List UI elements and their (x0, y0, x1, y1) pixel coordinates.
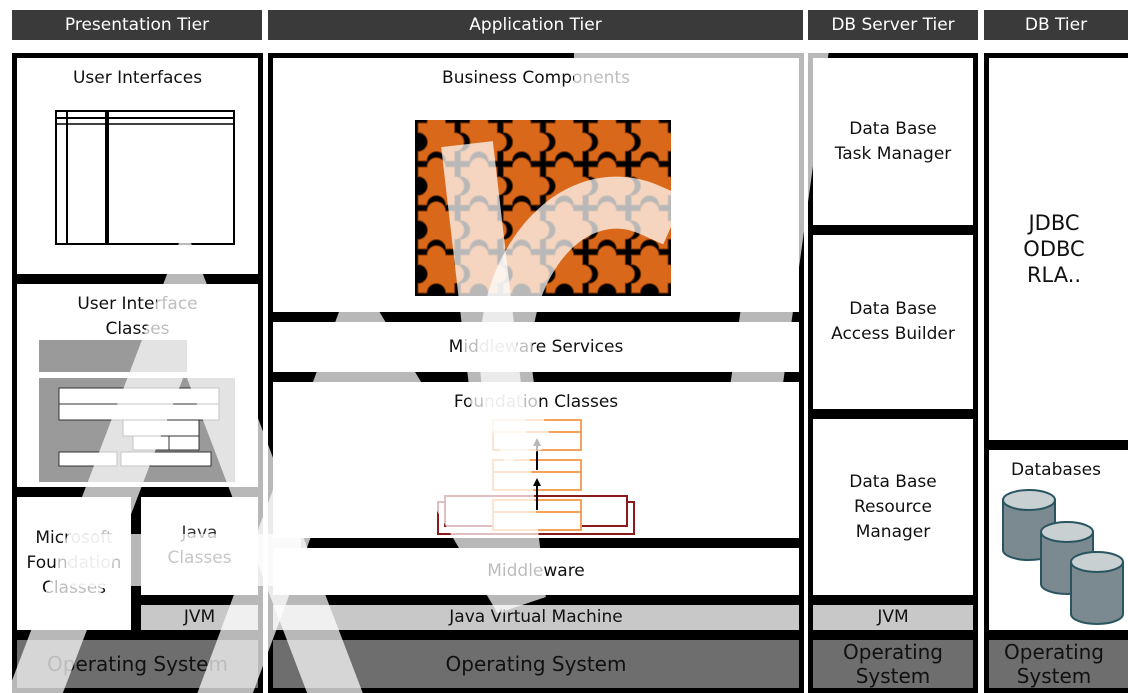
db-access-builder-label: Data Base Access Builder (831, 299, 955, 344)
db-task-manager-box: Data Base Task Manager (808, 53, 978, 230)
db-resource-manager-label: Data Base Resource Manager (849, 471, 937, 542)
presentation-jvm-box: JVM (136, 600, 263, 635)
window-icon (55, 110, 235, 245)
application-os-box: Operating System (268, 635, 804, 693)
application-os-label: Operating System (445, 652, 627, 676)
db-server-jvm-box: JVM (808, 600, 978, 635)
connectors-label: JDBC ODBC RLA.. (1023, 211, 1085, 287)
connectors-box: JDBC ODBC RLA.. (984, 53, 1128, 445)
ui-classes-label: User Interface Classes (77, 294, 198, 339)
db-server-jvm-label: JVM (877, 607, 909, 627)
java-classes-label: Java Classes (167, 523, 232, 568)
mfc-label: Microsoft Foundation Classes (26, 528, 122, 598)
db-resource-manager-box: Data Base Resource Manager (808, 414, 978, 600)
user-interfaces-label: User Interfaces (72, 68, 203, 88)
presentation-os-label: Operating System (47, 652, 228, 676)
database-cylinders-icon (1002, 489, 1124, 625)
middleware-box: Middleware (268, 543, 804, 600)
databases-label: Databases (1011, 460, 1101, 480)
db-task-manager-label: Data Base Task Manager (834, 118, 952, 164)
puzzle-pieces-icon (415, 120, 671, 296)
user-interfaces-box: User Interfaces (12, 53, 263, 279)
header-presentation-tier: Presentation Tier (12, 10, 262, 40)
mfc-box: Microsoft Foundation Classes (12, 492, 136, 635)
middleware-label: Middleware (487, 561, 585, 581)
java-classes-box: Java Classes (136, 492, 263, 600)
java-virtual-machine-label: Java Virtual Machine (449, 607, 623, 627)
db-tier-os-label: Operating System (1004, 640, 1104, 688)
header-application-tier: Application Tier (268, 10, 803, 40)
header-db-tier: DB Tier (984, 10, 1128, 40)
foundation-classes-box: Foundation Classes (268, 377, 804, 543)
db-server-os-box: Operating System (808, 635, 978, 693)
header-db-server-tier: DB Server Tier (808, 10, 978, 40)
class-stack-icon (437, 419, 635, 535)
db-server-os-label: Operating System (843, 640, 943, 688)
middleware-services-box: Middleware Services (268, 317, 804, 377)
ui-classes-box: User Interface Classes (12, 279, 263, 492)
architecture-diagram: Presentation Tier Application Tier DB Se… (0, 0, 1128, 693)
java-virtual-machine-box: Java Virtual Machine (268, 600, 804, 635)
business-components-label: Business Components (442, 68, 630, 88)
databases-box: Databases (984, 445, 1128, 635)
middleware-services-label: Middleware Services (448, 336, 624, 357)
presentation-jvm-label: JVM (183, 607, 216, 627)
db-tier-os-box: Operating System (984, 635, 1128, 693)
db-access-builder-box: Data Base Access Builder (808, 230, 978, 414)
class-hierarchy-icon (39, 340, 235, 482)
business-components-box: Business Components (268, 53, 804, 317)
presentation-os-box: Operating System (12, 635, 263, 693)
